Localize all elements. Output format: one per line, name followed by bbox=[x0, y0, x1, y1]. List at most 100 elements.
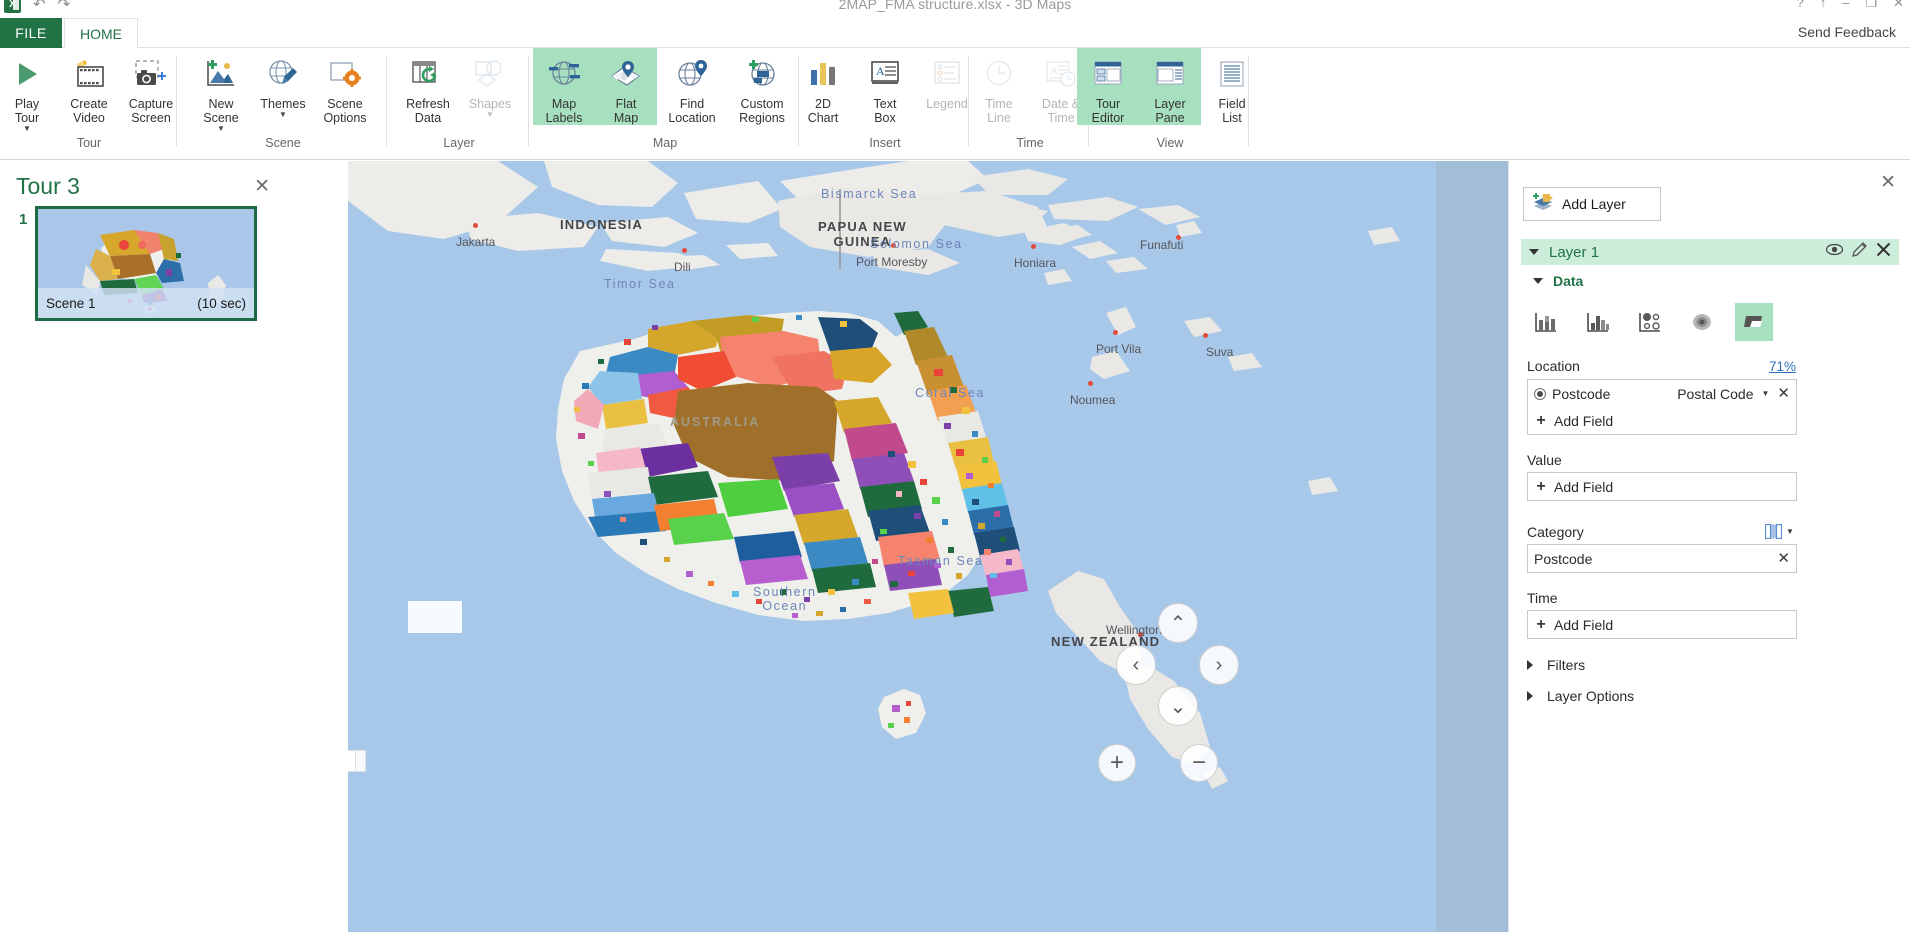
map-pan-left-button[interactable]: ‹ bbox=[1116, 645, 1156, 685]
maximize-button[interactable]: ❐ bbox=[1865, 0, 1877, 9]
chevron-down-icon[interactable]: ▼ bbox=[1786, 527, 1794, 536]
ribbon-tabs: FILE HOME Send Feedback bbox=[0, 18, 1910, 48]
svg-text:A: A bbox=[1050, 65, 1058, 77]
ribbon-button-label: Layer Pane bbox=[1154, 97, 1186, 125]
ribbon-group-items: Play Tour ▼ Create Video Capture Screen bbox=[0, 48, 182, 140]
ribbon-group-layer: Refresh Data Shapes ▼ Layer bbox=[388, 48, 530, 160]
ribbon-group-separator bbox=[386, 56, 387, 146]
ribbon-group-insert: 2D Chart A Text Box Legend Insert bbox=[800, 48, 970, 160]
send-feedback-link[interactable]: Send Feedback bbox=[1798, 24, 1896, 40]
plus-icon: + bbox=[1536, 615, 1546, 633]
ribbon-button-refresh-data[interactable]: Refresh Data bbox=[397, 48, 459, 125]
map-pan-down-button[interactable]: ⌄ bbox=[1158, 686, 1198, 726]
ribbon-button-map-labels[interactable]: Map Labels bbox=[533, 48, 595, 125]
chevron-down-icon[interactable]: ▼ bbox=[23, 125, 31, 133]
field-list-icon bbox=[1218, 54, 1246, 94]
location-field-row[interactable]: Postcode Postal Code ▼ ✕ bbox=[1528, 380, 1796, 407]
map-graphics bbox=[348, 161, 1508, 932]
ribbon-button-capture-screen[interactable]: Capture Screen bbox=[120, 48, 182, 125]
ribbon-button-label: Field List bbox=[1218, 97, 1246, 125]
ribbon-display-options-button[interactable]: ↑ bbox=[1820, 0, 1827, 9]
help-button[interactable]: ? bbox=[1796, 0, 1803, 9]
ribbon-button-find-location[interactable]: Find Location bbox=[657, 48, 727, 125]
map-canvas[interactable]: INDONESIA PAPUA NEW GUINEA Jakarta Dili Port… bbox=[348, 161, 1508, 932]
chevron-down-icon[interactable]: ▼ bbox=[217, 125, 225, 133]
stacked-column-icon[interactable] bbox=[1527, 303, 1565, 341]
scene-number: 1 bbox=[19, 211, 28, 228]
map-expand-box[interactable] bbox=[348, 750, 356, 772]
add-layer-button[interactable]: Add Layer bbox=[1523, 187, 1661, 221]
map-zoom-in-button[interactable]: + bbox=[1098, 744, 1136, 782]
ribbon-button-tour-editor[interactable]: Tour Editor bbox=[1077, 48, 1139, 125]
eye-icon[interactable] bbox=[1825, 243, 1844, 261]
filters-section[interactable]: Filters bbox=[1527, 657, 1585, 673]
map-zoom-out-button[interactable]: − bbox=[1180, 744, 1218, 782]
ribbon-button-2d-chart[interactable]: 2D Chart bbox=[792, 48, 854, 125]
ribbon-button-themes[interactable]: Themes ▼ bbox=[252, 48, 314, 119]
refresh-icon bbox=[411, 54, 445, 94]
category-field-row[interactable]: Postcode ✕ bbox=[1528, 545, 1796, 572]
ribbon-button-label: Date & Time bbox=[1041, 97, 1081, 125]
scene-duration: (10 sec) bbox=[197, 295, 246, 311]
ribbon-button-play-tour[interactable]: Play Tour ▼ bbox=[0, 48, 58, 133]
map-pan-right-button[interactable]: › bbox=[1199, 645, 1239, 685]
ribbon: Play Tour ▼ Create Video Capture Screen Tour… bbox=[0, 48, 1910, 160]
layer-options-section[interactable]: Layer Options bbox=[1527, 688, 1634, 704]
layer-row[interactable]: Layer 1 bbox=[1521, 239, 1899, 265]
map-right-shade bbox=[1436, 161, 1508, 932]
data-section-header[interactable]: Data bbox=[1533, 273, 1583, 289]
time-add-field-label: Add Field bbox=[1554, 616, 1614, 633]
value-add-field-row[interactable]: + Add Field bbox=[1528, 473, 1796, 500]
remove-location-field-icon[interactable]: ✕ bbox=[1777, 386, 1790, 401]
minimize-button[interactable]: – bbox=[1842, 0, 1849, 9]
ribbon-button-new-scene[interactable]: New Scene ▼ bbox=[190, 48, 252, 133]
ribbon-button-custom-regions[interactable]: Custom Regions bbox=[727, 48, 797, 125]
color-palette-icon[interactable]: ▼ bbox=[1765, 524, 1794, 539]
close-button[interactable]: ✕ bbox=[1893, 0, 1904, 9]
camera-icon bbox=[134, 54, 168, 94]
ribbon-button-scene-options[interactable]: Scene Options bbox=[314, 48, 376, 125]
close-tour-pane-icon[interactable]: ✕ bbox=[254, 175, 270, 198]
close-layer-pane-icon[interactable]: ✕ bbox=[1880, 171, 1896, 194]
region-icon[interactable] bbox=[1735, 303, 1773, 341]
time-label: Time bbox=[1527, 590, 1558, 606]
chevron-down-icon: ▼ bbox=[486, 110, 494, 119]
date-time-icon: A bbox=[1045, 54, 1077, 94]
location-add-field-row[interactable]: + Add Field bbox=[1528, 407, 1796, 434]
ribbon-button-label: Capture Screen bbox=[128, 97, 174, 125]
pencil-icon[interactable] bbox=[1852, 242, 1867, 262]
tour-editor-pane: Tour 3 ✕ 1 Scene 1 (10 sec) bbox=[0, 161, 348, 932]
chevron-down-icon[interactable] bbox=[1529, 249, 1539, 255]
map-city-dot bbox=[1138, 632, 1143, 637]
location-label: Location bbox=[1527, 358, 1580, 374]
ribbon-button-flat-map[interactable]: Flat Map bbox=[595, 48, 657, 125]
chevron-down-icon[interactable]: ▼ bbox=[1762, 389, 1770, 398]
chevron-down-icon[interactable] bbox=[1533, 278, 1543, 284]
location-field-type: Postal Code bbox=[1677, 385, 1754, 402]
scene-name: Scene 1 bbox=[46, 295, 96, 311]
scene-card[interactable]: Scene 1 (10 sec) bbox=[35, 206, 257, 321]
ribbon-button-text-box[interactable]: A Text Box bbox=[854, 48, 916, 125]
remove-category-field-icon[interactable]: ✕ bbox=[1777, 551, 1790, 566]
tab-home[interactable]: HOME bbox=[64, 18, 138, 48]
clustered-column-icon[interactable] bbox=[1579, 303, 1617, 341]
close-icon[interactable] bbox=[1876, 242, 1891, 262]
ribbon-button-layer-pane[interactable]: Layer Pane bbox=[1139, 48, 1201, 125]
ribbon-button-label: 2D Chart bbox=[807, 97, 839, 125]
tab-file[interactable]: FILE bbox=[0, 18, 62, 48]
time-add-field-row[interactable]: + Add Field bbox=[1528, 611, 1796, 638]
heat-map-icon[interactable] bbox=[1683, 303, 1721, 341]
shapes-icon bbox=[473, 54, 507, 94]
location-radio[interactable] bbox=[1534, 387, 1546, 400]
layer-options-label: Layer Options bbox=[1547, 688, 1635, 704]
scene-options-icon bbox=[328, 54, 362, 94]
ribbon-button-field-list[interactable]: Field List bbox=[1201, 48, 1263, 125]
bubble-icon[interactable] bbox=[1631, 303, 1669, 341]
ribbon-button-create-video[interactable]: Create Video bbox=[58, 48, 120, 125]
ribbon-group-label: Layer bbox=[443, 136, 475, 150]
location-add-field-label: Add Field bbox=[1554, 412, 1614, 429]
ribbon-button-label: New Scene bbox=[203, 97, 239, 125]
location-confidence-link[interactable]: 71% bbox=[1769, 359, 1796, 374]
chevron-down-icon[interactable]: ▼ bbox=[279, 111, 287, 119]
map-pan-up-button[interactable]: ⌃ bbox=[1158, 603, 1198, 643]
